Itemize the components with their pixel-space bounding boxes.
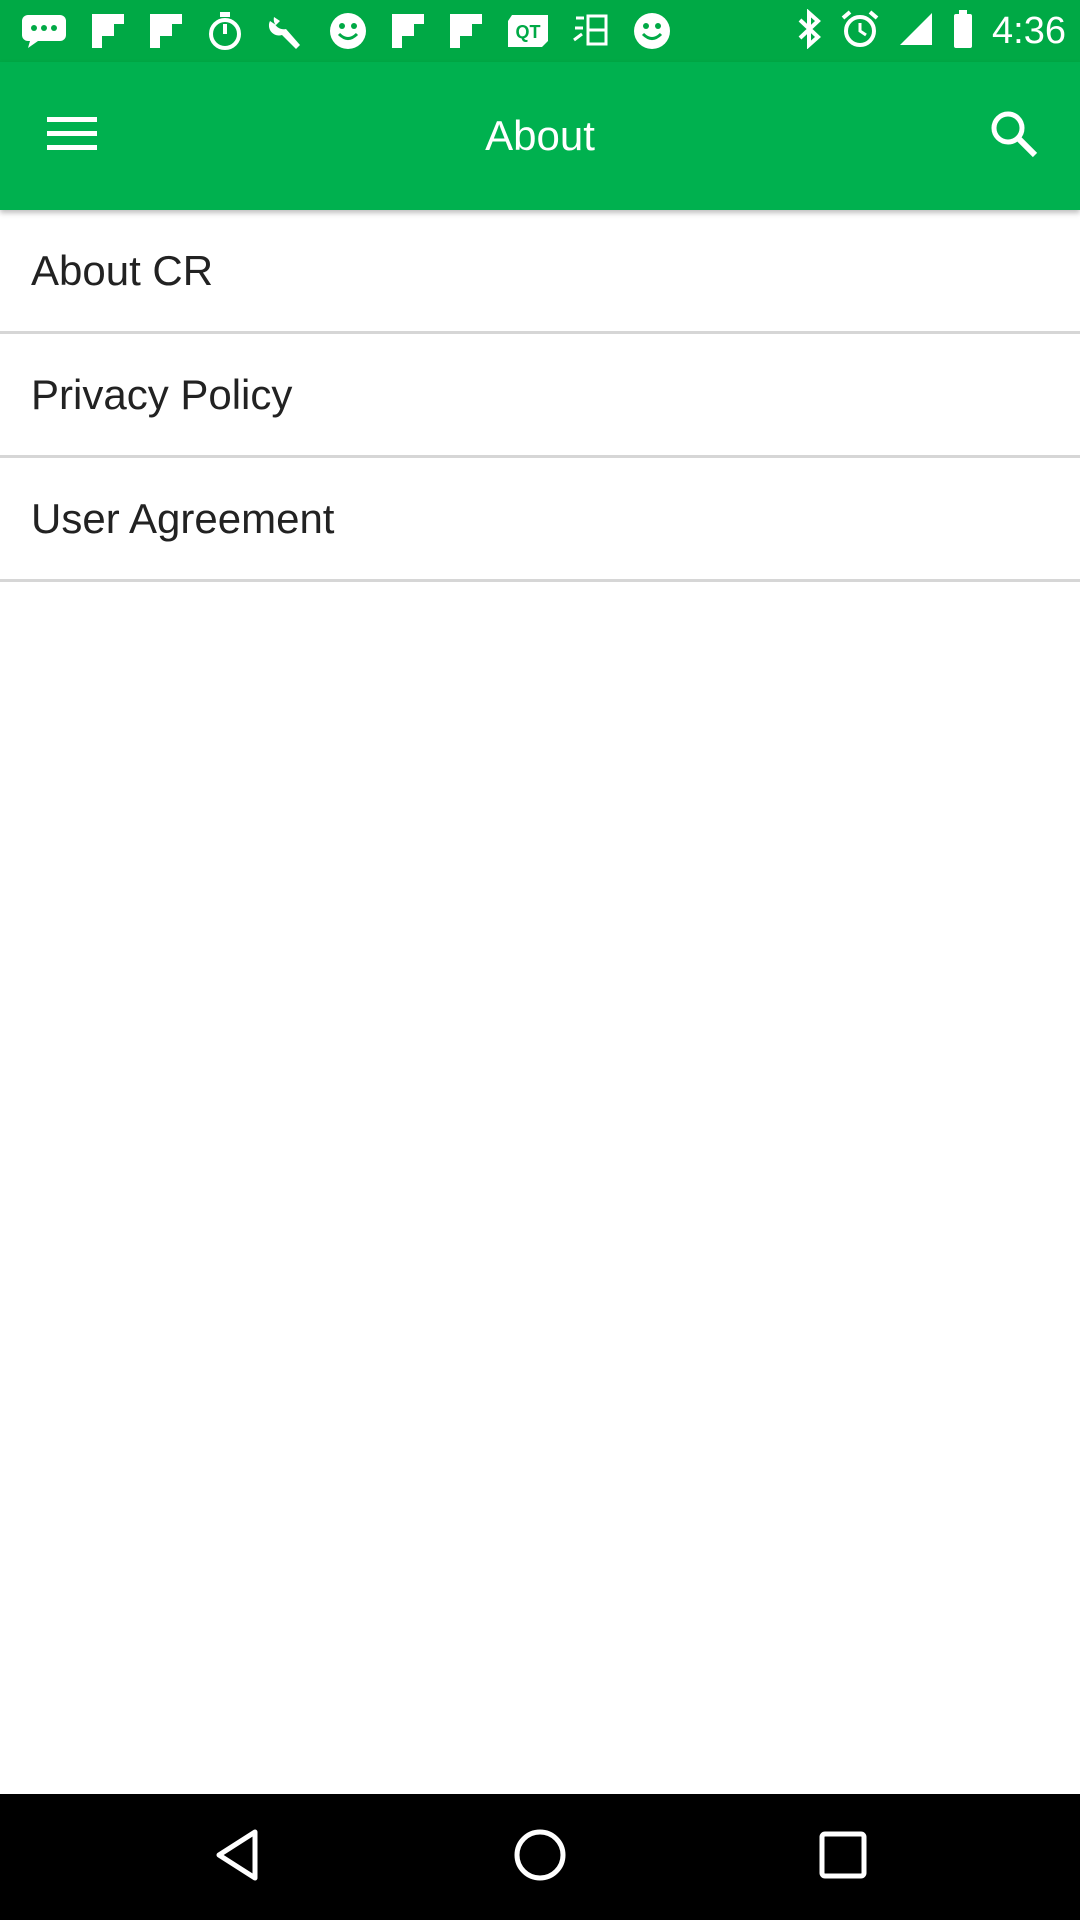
search-button[interactable] <box>972 96 1056 176</box>
battery-icon <box>952 9 974 54</box>
app-icon <box>572 12 610 50</box>
page-title: About <box>485 112 595 159</box>
app-bar: About <box>0 62 1080 210</box>
home-icon <box>513 1828 567 1887</box>
qt-icon: QT <box>506 13 550 49</box>
stopwatch-icon <box>206 11 244 51</box>
alarm-icon <box>840 9 880 54</box>
status-time: 4:36 <box>992 9 1066 52</box>
chat-bubble-icon <box>20 13 68 49</box>
signal-icon <box>898 11 934 52</box>
list-item-label: Privacy Policy <box>31 370 293 418</box>
notification-icons: QT <box>20 8 672 54</box>
list-item-label: About CR <box>31 246 214 294</box>
back-button[interactable] <box>197 1817 277 1897</box>
navigation-bar <box>0 1794 1080 1920</box>
bluetooth-icon <box>796 8 822 54</box>
status-bar: QT 4:36 <box>0 0 1080 62</box>
smiley-icon <box>328 11 368 51</box>
screen: QT 4:36 About About CR Privacy Policy Us… <box>0 0 1080 1920</box>
flipboard-icon <box>90 12 126 50</box>
list-item-privacy-policy[interactable]: Privacy Policy <box>0 334 1080 458</box>
flipboard-icon <box>390 12 426 50</box>
back-icon <box>213 1828 261 1887</box>
list-item-about-cr[interactable]: About CR <box>0 210 1080 334</box>
menu-button[interactable] <box>30 96 114 176</box>
home-button[interactable] <box>500 1817 580 1897</box>
about-list: About CR Privacy Policy User Agreement <box>0 210 1080 582</box>
list-item-user-agreement[interactable]: User Agreement <box>0 458 1080 582</box>
smiley-icon <box>632 11 672 51</box>
system-status: 4:36 <box>796 8 1066 54</box>
search-icon <box>990 110 1038 163</box>
flipboard-icon <box>448 12 484 50</box>
list-item-label: User Agreement <box>31 494 335 542</box>
recents-icon <box>819 1831 867 1884</box>
wrench-icon <box>266 11 306 51</box>
svg-text:QT: QT <box>516 22 541 42</box>
recents-button[interactable] <box>803 1817 883 1897</box>
menu-icon <box>47 115 97 158</box>
flipboard-icon <box>148 12 184 50</box>
